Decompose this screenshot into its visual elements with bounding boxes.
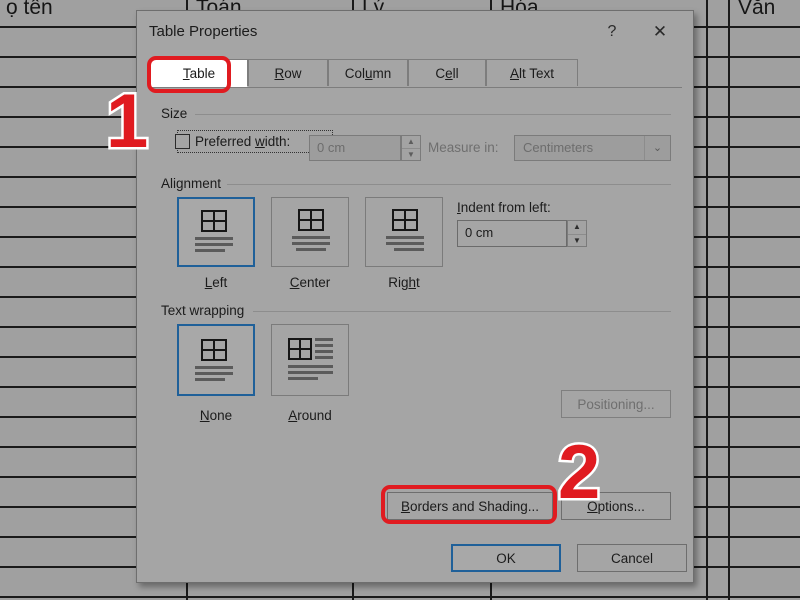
- bg-header-cell: ọ tên: [6, 0, 53, 19]
- cancel-button[interactable]: Cancel: [577, 544, 687, 572]
- measure-in-label: Measure in:: [428, 140, 499, 155]
- wrap-around-label: round: [297, 408, 332, 423]
- chevron-down-icon[interactable]: ⌄: [644, 136, 670, 160]
- annotation-step-2: 2: [555, 430, 602, 515]
- measure-in-combo[interactable]: Centimeters ⌄: [514, 135, 671, 161]
- dialog-titlebar: Table Properties ? ✕: [137, 11, 693, 53]
- borders-and-shading-button[interactable]: Borders and Shading...: [387, 492, 553, 520]
- tab-cell-label-post: ll: [452, 66, 459, 81]
- wrap-around-mnemonic: A: [288, 408, 298, 423]
- tab-row-mnemonic: R: [274, 66, 285, 81]
- bg-column-line: [728, 0, 730, 600]
- bg-header-cell: Văn: [738, 0, 776, 19]
- alignment-option-left[interactable]: [177, 197, 255, 267]
- help-icon[interactable]: ?: [595, 19, 629, 45]
- ok-button[interactable]: OK: [451, 544, 561, 572]
- spinner-down-icon[interactable]: ▼: [402, 149, 420, 161]
- bg-column-line: [706, 0, 708, 600]
- wrapping-option-around[interactable]: [271, 324, 349, 396]
- tab-alt-text[interactable]: Alt Text: [486, 59, 578, 86]
- indent-label-post: ndent from left:: [460, 200, 551, 215]
- preferred-width-spinner[interactable]: ▲ ▼: [401, 135, 421, 161]
- tab-row-label: ow: [284, 66, 302, 81]
- tab-table-mnemonic: T: [182, 66, 190, 81]
- preferred-width-input[interactable]: 0 cm: [309, 135, 401, 161]
- preferred-width-label-pre: Preferred: [195, 134, 256, 149]
- text-wrapping-group-label: Text wrapping: [161, 303, 251, 318]
- alignment-option-right[interactable]: [365, 197, 443, 267]
- tab-alt-text-label: lt Text: [519, 66, 555, 81]
- table-properties-dialog: Table Properties ? ✕ Table Row Column Ce…: [136, 10, 694, 583]
- wrap-none-label: one: [209, 408, 233, 423]
- alignment-right-label-post: t: [416, 275, 420, 290]
- positioning-button[interactable]: Positioning...: [561, 390, 671, 418]
- borders-mnemonic: B: [400, 498, 410, 514]
- alignment-right-mnemonic: h: [408, 275, 416, 290]
- preferred-width-mnemonic: w: [255, 134, 265, 149]
- preferred-width-checkbox[interactable]: [175, 134, 190, 149]
- tab-column-label-pre: Col: [344, 66, 365, 81]
- tab-cell[interactable]: Cell: [408, 59, 486, 86]
- wrapping-option-around-label: Around: [271, 408, 349, 423]
- wrapping-option-none[interactable]: [177, 324, 255, 396]
- tab-cell-mnemonic: e: [445, 66, 453, 81]
- alignment-center-label: enter: [299, 275, 331, 290]
- spinner-down-icon[interactable]: ▼: [568, 235, 586, 248]
- wrapping-option-none-label: None: [177, 408, 255, 423]
- alignment-option-center[interactable]: [271, 197, 349, 267]
- indent-from-left-spinner[interactable]: ▲ ▼: [567, 220, 587, 247]
- tab-table-label: able: [189, 66, 216, 81]
- tab-column-label-post: mn: [372, 66, 392, 81]
- alignment-option-right-label: Right: [365, 275, 443, 290]
- spinner-up-icon[interactable]: ▲: [402, 136, 420, 149]
- alignment-option-left-label: Left: [177, 275, 255, 290]
- alignment-right-label-pre: Rig: [388, 275, 409, 290]
- tab-row[interactable]: Row: [248, 59, 328, 86]
- preferred-width-label-post: idth:: [264, 134, 291, 149]
- tab-cell-label-pre: C: [435, 66, 446, 81]
- wrap-none-mnemonic: N: [199, 408, 210, 423]
- alignment-group-rule: [225, 184, 671, 185]
- annotation-step-1: 1: [103, 79, 150, 164]
- tab-column[interactable]: Column: [328, 59, 408, 86]
- bg-row-line: [0, 596, 800, 598]
- close-icon[interactable]: ✕: [643, 19, 677, 45]
- options-label: ptions...: [597, 498, 645, 514]
- measure-in-value: Centimeters: [523, 140, 594, 155]
- tab-table[interactable]: Table: [150, 59, 248, 87]
- tab-column-mnemonic: u: [364, 66, 373, 81]
- alignment-group-label: Alignment: [161, 176, 228, 191]
- size-group-rule: [195, 114, 671, 115]
- tab-alt-text-mnemonic: A: [509, 66, 519, 81]
- alignment-left-label: eft: [212, 275, 228, 290]
- borders-label: orders and Shading...: [409, 498, 540, 514]
- spinner-up-icon[interactable]: ▲: [568, 221, 586, 235]
- indent-from-left-input[interactable]: 0 cm: [457, 220, 567, 247]
- indent-from-left-label: Indent from left:: [457, 200, 551, 215]
- preferred-width-label[interactable]: Preferred width:: [195, 134, 290, 149]
- alignment-option-center-label: Center: [271, 275, 349, 290]
- dialog-title: Table Properties: [149, 23, 258, 40]
- text-wrapping-group-rule: [253, 311, 671, 312]
- tab-strip: Table Row Column Cell Alt Text: [150, 59, 682, 88]
- size-group-label: Size: [161, 106, 194, 121]
